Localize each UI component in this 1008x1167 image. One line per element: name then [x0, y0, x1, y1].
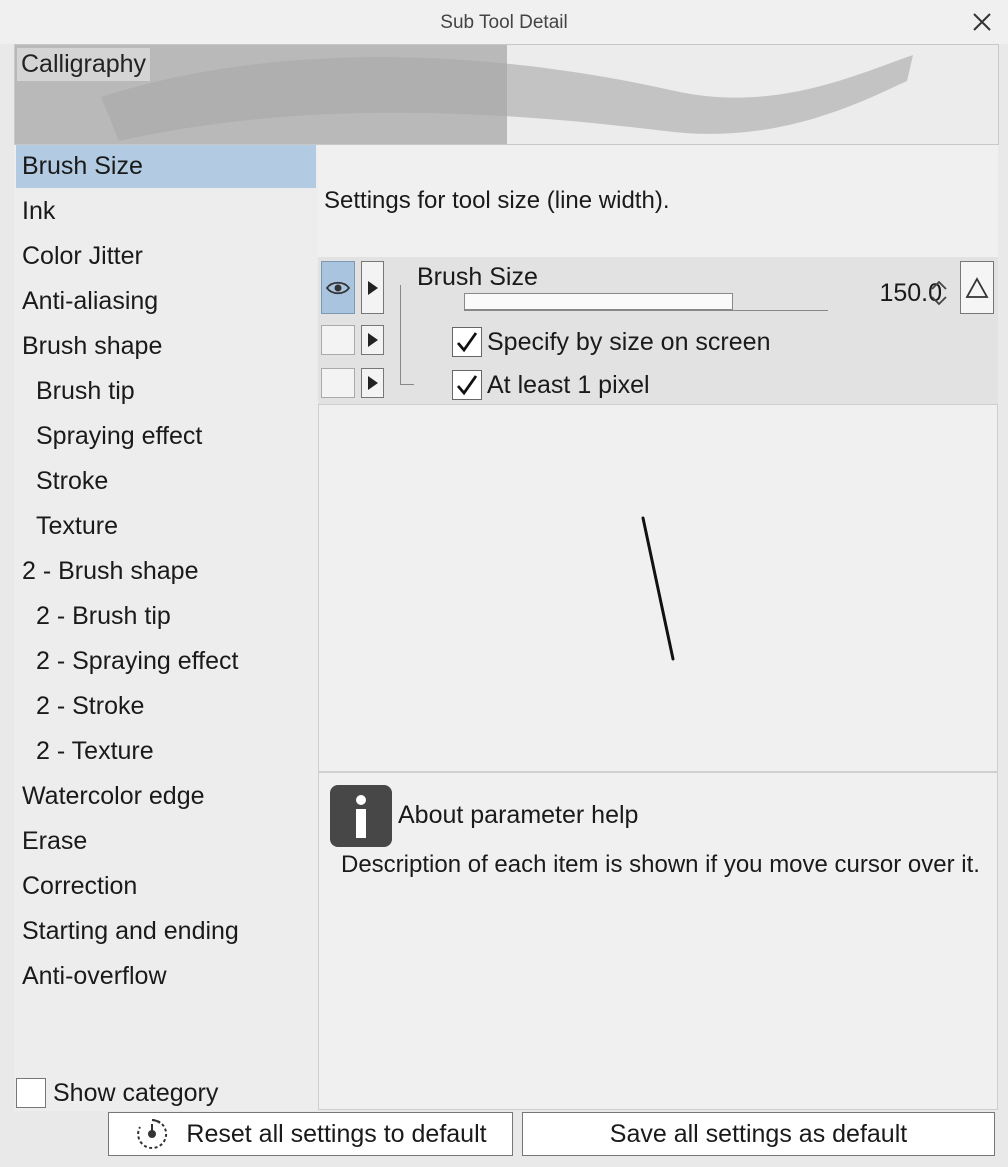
- sidebar-item-starting-and-ending[interactable]: Starting and ending: [16, 910, 316, 953]
- close-icon: [973, 13, 991, 31]
- footer: Reset all settings to default Save all s…: [0, 1110, 1008, 1167]
- help-title: About parameter help: [398, 801, 639, 829]
- visibility-toggle-specify-by-screen[interactable]: [321, 325, 355, 355]
- save-all-button[interactable]: Save all settings as default: [522, 1112, 995, 1156]
- info-icon: [330, 785, 392, 847]
- help-text: Description of each item is shown if you…: [341, 851, 980, 878]
- checkmark-icon: [456, 332, 478, 353]
- play-arrow-icon: [367, 333, 378, 347]
- sidebar-item-correction[interactable]: Correction: [16, 865, 316, 908]
- stroke-preview-area: [318, 404, 998, 772]
- sidebar-item-watercolor-edge[interactable]: Watercolor edge: [16, 775, 316, 818]
- specify-by-screen-checkbox[interactable]: [452, 327, 482, 357]
- sidebar-item-ink[interactable]: Ink: [16, 190, 316, 233]
- visibility-toggle-brush-size[interactable]: [321, 261, 355, 314]
- triangle-icon: [965, 276, 989, 298]
- sidebar-item-2-texture[interactable]: 2 - Texture: [16, 730, 316, 773]
- at-least-1px-checkbox[interactable]: [452, 370, 482, 400]
- window-title: Sub Tool Detail: [440, 12, 568, 33]
- sidebar-item-brush-tip[interactable]: Brush tip: [16, 370, 316, 413]
- sidebar-item-2-brush-tip[interactable]: 2 - Brush tip: [16, 595, 316, 638]
- sidebar-item-brush-shape[interactable]: Brush shape: [16, 325, 316, 368]
- description-text: Settings for tool size (line width).: [324, 187, 670, 214]
- sidebar-item-2-brush-shape[interactable]: 2 - Brush shape: [16, 550, 316, 593]
- show-category-toggle[interactable]: Show category: [16, 1076, 218, 1110]
- parameter-help-panel: About parameter help Description of each…: [318, 772, 998, 1110]
- reset-all-button[interactable]: Reset all settings to default: [108, 1112, 513, 1156]
- sidebar-item-spraying-effect[interactable]: Spraying effect: [16, 415, 316, 458]
- eye-icon: [326, 281, 350, 294]
- sidebar-item-color-jitter[interactable]: Color Jitter: [16, 235, 316, 278]
- stroke-line: [641, 516, 675, 661]
- expand-button-brush-size[interactable]: [361, 261, 384, 314]
- brush-size-label: Brush Size: [417, 263, 538, 291]
- sidebar-item-brush-size[interactable]: Brush Size: [16, 145, 316, 188]
- show-category-label: Show category: [53, 1078, 219, 1107]
- sidebar-item-2-spraying-effect[interactable]: 2 - Spraying effect: [16, 640, 316, 683]
- preview-label: Calligraphy: [17, 48, 151, 81]
- sidebar-item-texture[interactable]: Texture: [16, 505, 316, 548]
- brush-size-slider[interactable]: [464, 293, 828, 311]
- play-arrow-icon: [367, 280, 378, 295]
- title-bar: Sub Tool Detail: [0, 0, 1008, 44]
- checkmark-icon: [456, 375, 478, 396]
- slider-fill: [464, 293, 734, 310]
- specify-by-screen-label: Specify by size on screen: [487, 328, 771, 356]
- expand-button-at-least-1px[interactable]: [361, 368, 384, 398]
- visibility-toggle-at-least-1px[interactable]: [321, 368, 355, 398]
- category-sidebar: Brush Size Ink Color Jitter Anti-aliasing Br…: [14, 145, 318, 1111]
- tree-connector: [400, 285, 401, 384]
- sidebar-item-anti-aliasing[interactable]: Anti-aliasing: [16, 280, 316, 323]
- pressure-settings-button[interactable]: [960, 261, 994, 314]
- spin-icon[interactable]: [928, 277, 950, 309]
- brush-preview: Calligraphy: [14, 44, 999, 145]
- reset-all-label: Reset all settings to default: [186, 1119, 487, 1148]
- reset-dial-icon: [137, 1118, 168, 1149]
- expand-button-specify-by-screen[interactable]: [361, 325, 384, 355]
- sidebar-item-2-stroke[interactable]: 2 - Stroke: [16, 685, 316, 728]
- sub-tool-detail-window: Sub Tool Detail Calligraphy Brush Size In…: [0, 0, 1008, 1167]
- parameter-panel: Brush Size 150.0 Specify by size on scre…: [318, 257, 998, 404]
- at-least-1px-label: At least 1 pixel: [487, 371, 650, 399]
- sidebar-item-erase[interactable]: Erase: [16, 820, 316, 863]
- close-button[interactable]: [966, 6, 998, 38]
- tree-connector: [400, 384, 414, 385]
- play-arrow-icon: [367, 376, 378, 390]
- sidebar-item-anti-overflow[interactable]: Anti-overflow: [16, 955, 316, 998]
- brush-stroke-preview: [101, 55, 913, 141]
- slider-track: [464, 310, 828, 311]
- save-all-label: Save all settings as default: [609, 1119, 908, 1148]
- sidebar-item-stroke[interactable]: Stroke: [16, 460, 316, 503]
- description-panel: Settings for tool size (line width).: [318, 145, 998, 257]
- show-category-checkbox[interactable]: [16, 1078, 46, 1108]
